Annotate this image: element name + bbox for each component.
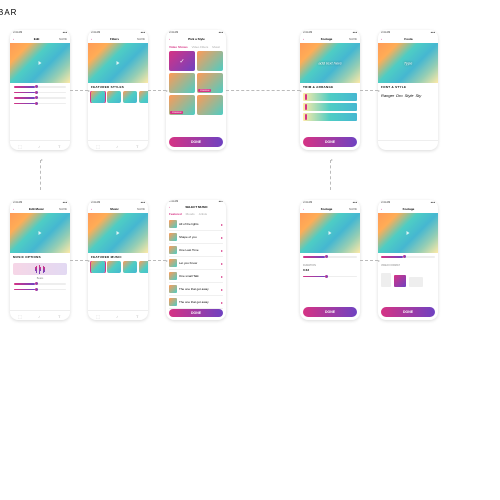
scrubber[interactable] (303, 256, 357, 258)
done-button[interactable]: DONE (169, 309, 223, 317)
screen-footage-format: 9:41 AM●●● ‹Footage VIDEO FORMAT DONE (378, 200, 438, 320)
bottom-nav[interactable]: ⬚♪T (88, 140, 148, 150)
video-preview[interactable] (88, 43, 148, 83)
done-button[interactable]: DONE (169, 137, 223, 147)
screen-edit-music: 9:41 AM●●● ‹Edit MusicSAVE MUSIC OPTIONS… (10, 200, 70, 320)
done-button[interactable]: DONE (303, 137, 357, 147)
flow-arrow (40, 160, 41, 190)
flow-arrow (70, 90, 88, 91)
list-item[interactable]: One Last Time▸ (169, 244, 223, 257)
music-tabs[interactable]: FeaturedMoodsArtists (166, 210, 226, 218)
duration-label: DURATION (303, 264, 357, 267)
scrubber[interactable] (381, 256, 435, 258)
duration-value: 0:43 (303, 268, 357, 272)
style-thumbs[interactable] (88, 91, 148, 103)
flow-arrow (330, 160, 331, 190)
back-icon[interactable]: ‹ (381, 37, 382, 41)
song-list: All of the lights▸ Shape of you▸ One Las… (166, 218, 226, 309)
video-preview[interactable] (10, 213, 70, 253)
clip-timeline[interactable] (300, 91, 360, 123)
save-button[interactable]: SAVE (59, 207, 67, 211)
style-tabs[interactable]: Video ShowsVideo FiltersMusic (166, 43, 226, 51)
bottom-nav[interactable]: ⬚♪T (10, 140, 70, 150)
back-icon[interactable]: ‹ (91, 37, 92, 41)
save-button[interactable]: SAVE (137, 207, 145, 211)
video-preview[interactable] (300, 213, 360, 253)
done-button[interactable]: DONE (303, 307, 357, 317)
flow-arrow (148, 90, 166, 91)
back-icon[interactable]: ‹ (91, 207, 92, 211)
flow-arrow (360, 260, 378, 261)
play-icon[interactable]: ▸ (221, 222, 223, 227)
screen-filters: 9:41 AM●●● ‹FiltersSAVE FEATURED STYLES … (88, 30, 148, 150)
section-title: TRIM & ARRANGE (300, 83, 360, 91)
video-preview[interactable]: add text here (300, 43, 360, 83)
section-title: FEATURED STYLES (88, 83, 148, 91)
flow-arrow (360, 90, 378, 91)
list-item[interactable]: The one that got away▸ (169, 296, 223, 309)
list-item[interactable]: One small Talk▸ (169, 270, 223, 283)
style-grid[interactable]: ✓ PREMIUM PREMIUM (166, 51, 226, 115)
list-item[interactable]: The one that got away▸ (169, 283, 223, 296)
section-title: FONT & STYLE (378, 83, 438, 91)
back-icon[interactable]: ‹ (303, 207, 304, 211)
music-thumbs[interactable] (88, 261, 148, 273)
waveform[interactable] (13, 263, 67, 275)
back-icon[interactable]: ‹ (303, 37, 304, 41)
duration-slider[interactable] (303, 276, 357, 278)
back-icon[interactable]: ‹ (13, 207, 14, 211)
video-preview[interactable] (378, 213, 438, 253)
format-picker[interactable] (378, 270, 438, 290)
list-item[interactable]: All of the lights▸ (169, 218, 223, 231)
back-icon[interactable]: ‹ (169, 205, 170, 209)
bottom-nav[interactable]: ⬚♪T (88, 310, 148, 320)
list-item[interactable]: Shape of you▸ (169, 231, 223, 244)
save-button[interactable]: SAVE (59, 37, 67, 41)
flow-arrow (70, 260, 88, 261)
bottom-nav[interactable]: ⬚♪T (10, 310, 70, 320)
back-icon[interactable]: ‹ (381, 207, 382, 211)
video-preview[interactable]: Type (378, 43, 438, 83)
section-title: FEATURED MUSIC (88, 253, 148, 261)
done-button[interactable]: DONE (381, 307, 435, 317)
screen-edit: 9:41 AM●●● ‹EditSAVE ⬚♪T (10, 30, 70, 150)
screen-select-music: 9:41 AM●●● ‹SELECT MUSIC FeaturedMoodsAr… (166, 200, 226, 320)
screen-pick-style: 9:41 AM●●● ‹Pick a Style Video ShowsVide… (166, 30, 226, 150)
list-item[interactable]: Let you Know▸ (169, 257, 223, 270)
save-button[interactable]: SAVE (137, 37, 145, 41)
text-overlay[interactable]: add text here (318, 61, 341, 66)
font-picker[interactable]: RangerDroStyleSty (378, 91, 438, 100)
screen-footage-text: 9:41 AM●●● ‹FootageSAVE add text here TR… (300, 30, 360, 150)
screen-footage-duration: 9:41 AM●●● ‹FootageSAVE DURATION 0:43 DO… (300, 200, 360, 320)
video-preview[interactable] (88, 213, 148, 253)
flow-arrow (148, 260, 166, 261)
format-label: VIDEO FORMAT (381, 264, 435, 267)
back-icon[interactable]: ‹ (169, 37, 170, 41)
edit-sliders[interactable] (10, 83, 70, 107)
save-button[interactable]: SAVE (349, 207, 357, 211)
page-title: BAR (0, 8, 17, 17)
section-title: MUSIC OPTIONS (10, 253, 70, 261)
screen-footage-font: 9:41 AM●●● ‹Foota Type FONT & STYLE Rang… (378, 30, 438, 150)
screen-music: 9:41 AM●●● ‹MusicSAVE FEATURED MUSIC ⬚♪T (88, 200, 148, 320)
flow-arrow (226, 90, 300, 91)
video-preview[interactable] (10, 43, 70, 83)
back-icon[interactable]: ‹ (13, 37, 14, 41)
save-button[interactable]: SAVE (349, 37, 357, 41)
